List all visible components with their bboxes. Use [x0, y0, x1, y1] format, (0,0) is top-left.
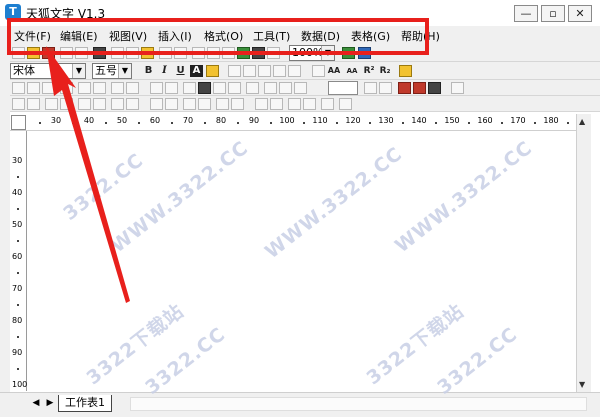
annotation-arrow [46, 46, 130, 303]
arrow-shape [46, 46, 130, 303]
